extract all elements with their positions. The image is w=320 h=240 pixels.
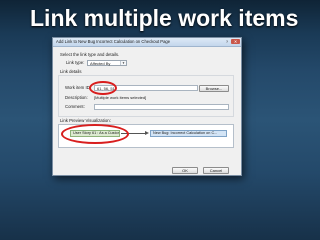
comment-input[interactable] bbox=[94, 104, 229, 110]
browse-button[interactable]: Browse... bbox=[199, 85, 229, 92]
description-value: [Multiple work items selected] bbox=[94, 95, 147, 100]
work-items-label: Work item ID: bbox=[65, 85, 91, 90]
chevron-down-icon[interactable]: ▼ bbox=[120, 61, 126, 65]
dialog-titlebar: Add Link to New Bug Incorrect Calculatio… bbox=[53, 38, 241, 47]
cancel-button[interactable]: Cancel bbox=[203, 167, 229, 174]
close-icon[interactable]: ✕ bbox=[231, 39, 240, 44]
description-label: Description: bbox=[65, 95, 88, 100]
link-type-dropdown[interactable]: Affected By ▼ bbox=[87, 60, 127, 66]
highlight-visualization bbox=[61, 124, 129, 144]
dialog-title: Add Link to New Bug Incorrect Calculatio… bbox=[56, 39, 171, 44]
slide-title: Link multiple work items bbox=[30, 5, 299, 31]
link-type-value: Affected By bbox=[90, 61, 111, 66]
instruction-text: Select the link type and details. bbox=[60, 52, 120, 57]
help-icon[interactable]: ? bbox=[224, 39, 230, 44]
target-work-item-node: New Bug: Incorrect Calculation on C... bbox=[150, 130, 227, 137]
comment-label: Comment: bbox=[65, 104, 85, 109]
ok-button[interactable]: OK bbox=[172, 167, 198, 174]
arrow-right-icon bbox=[145, 131, 149, 135]
highlight-work-items bbox=[89, 81, 117, 95]
link-type-label: Link type: bbox=[66, 60, 85, 65]
